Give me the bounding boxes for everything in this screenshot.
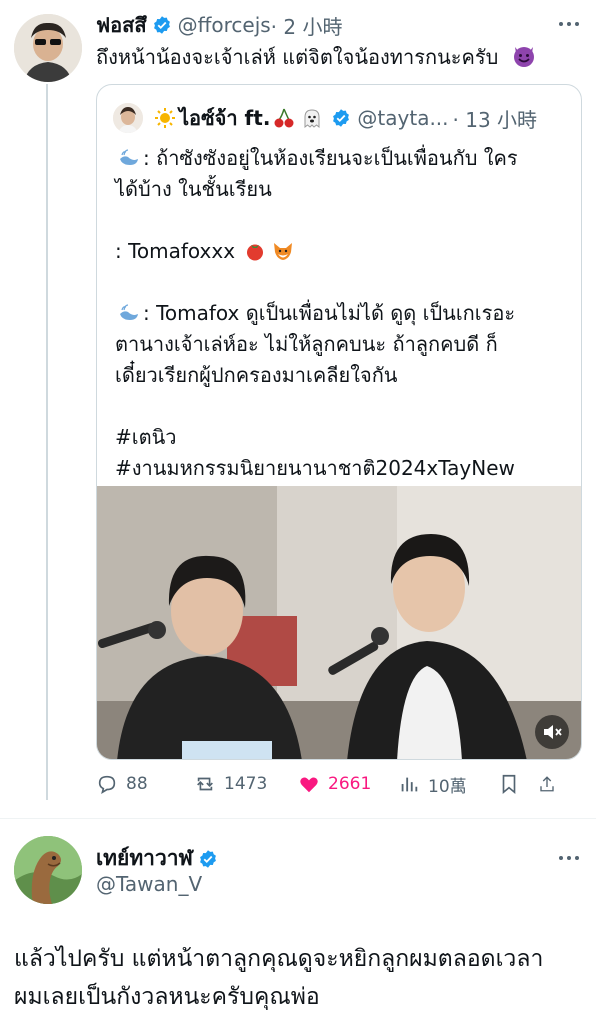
smiling-devil-emoji-icon	[513, 47, 534, 67]
quoted-verified-badge-icon	[333, 109, 350, 127]
share-button[interactable]	[538, 773, 564, 795]
author-handle-2[interactable]: @Tawan_V	[96, 872, 202, 896]
verified-badge-icon-2	[199, 849, 216, 868]
hashtag-link-1[interactable]: #เตนิว	[115, 425, 176, 449]
quoted-tweet-card[interactable]: ไอซ์จ้า ft. @tayta... · 13 小時 : ถ้าซังซั…	[96, 84, 582, 760]
video-frame-illustration	[97, 486, 581, 759]
tweet-divider	[0, 818, 596, 819]
author-handle[interactable]: @fforcejs	[178, 13, 271, 37]
views-button[interactable]: 10萬	[398, 772, 498, 797]
views-count: 10萬	[428, 776, 467, 797]
tweet2-author: เทย์ทาวาฬ	[96, 842, 224, 875]
mute-video-button[interactable]	[535, 715, 569, 749]
retweet-count: 1473	[224, 774, 268, 794]
retweet-icon	[197, 777, 213, 791]
sun-emoji-icon	[155, 108, 175, 128]
tomato-emoji-icon	[247, 244, 264, 261]
bookmark-button[interactable]	[498, 773, 538, 795]
quoted-author-avatar[interactable]	[113, 103, 143, 133]
author-name-2[interactable]: เทย์ทาวาฬ	[96, 842, 193, 875]
quote-line-3: : Tomafoxxx	[115, 239, 236, 263]
tweet2-line-1: แล้วไปครับ แต่หน้าตาลูกคุณดูจะหยิกลูกผมต…	[14, 946, 544, 972]
whale-emoji-icon-2	[120, 304, 138, 320]
tweet1-header: ฟอสสึ @fforcejs · 2 小時	[96, 10, 582, 40]
speaker-muted-icon	[544, 725, 562, 739]
tweet1-body: ถึงหน้าน้องจะเจ้าเล่ห์ แต่จิตใจน้องทารกน…	[96, 45, 499, 69]
reply-button[interactable]: 88	[96, 773, 194, 795]
more-options-icon-2[interactable]	[556, 848, 582, 868]
share-icon	[540, 776, 554, 792]
tweet-action-bar: 88 1473 2661 10萬	[96, 766, 582, 802]
retweet-button[interactable]: 1473	[194, 773, 298, 795]
author-name[interactable]: ฟอสสึ	[96, 9, 147, 41]
tweet2-line-2: ผมเลยเป็นกังวลหนะครับคุณพ่อ	[14, 984, 320, 1010]
tweet1-text: ถึงหน้าน้องจะเจ้าเล่ห์ แต่จิตใจน้องทารกน…	[96, 42, 537, 72]
thread-connector-line	[46, 84, 48, 800]
avatar-tawan-v[interactable]	[14, 836, 82, 904]
quote-line-1: : ถ้าซังซังอยู่ในห้องเรียนจะเป็นเพื่อนกั…	[143, 146, 518, 170]
avatar-fforcejs[interactable]	[14, 14, 82, 82]
cherries-emoji-icon	[274, 108, 294, 128]
fox-emoji-icon	[274, 243, 293, 260]
quote-line-5: ตานางเจ้าเล่ห์อะ ไม่ให้ลูกคบนะ ถ้าลูกคบด…	[115, 332, 498, 356]
like-count: 2661	[328, 774, 372, 794]
reply-icon	[98, 775, 116, 794]
quoted-author-name[interactable]: ไอซ์จ้า ft.	[179, 102, 270, 134]
quote-line-4: : Tomafox ดูเป็นเพื่อนไม่ได้ ดูดุ เป็นเก…	[143, 301, 516, 325]
like-button[interactable]: 2661	[298, 773, 398, 795]
quote-line-2: ได้บ้าง ในชั้นเรียน	[115, 177, 272, 201]
quote-line-6: เดี๋ยวเรียกผู้ปกครองมาเคลียใจกัน	[115, 363, 398, 387]
reply-count: 88	[126, 774, 148, 794]
quoted-author-handle[interactable]: @tayta...	[357, 106, 448, 130]
views-chart-icon	[401, 777, 418, 792]
more-options-icon[interactable]	[556, 14, 582, 34]
bookmark-icon	[502, 774, 516, 795]
quoted-tweet-header: ไอซ์จ้า ft. @tayta... · 13 小時	[113, 103, 569, 133]
quoted-tweet-body: : ถ้าซังซังอยู่ในห้องเรียนจะเป็นเพื่อนกั…	[115, 143, 567, 484]
quoted-tweet-timestamp[interactable]: · 13 小時	[453, 104, 538, 133]
embedded-video-thumbnail[interactable]	[97, 486, 581, 759]
ghost-emoji-icon	[304, 109, 320, 129]
verified-badge-icon	[153, 16, 170, 34]
hashtag-link-2[interactable]: #งานมหกรรมนิยายนานาชาติ2024xTayNew	[115, 456, 515, 480]
heart-icon	[300, 777, 318, 793]
tweet-timestamp[interactable]: · 2 小時	[271, 11, 343, 40]
whale-emoji-icon	[120, 149, 138, 165]
tweet2-text: แล้วไปครับ แต่หน้าตาลูกคุณดูจะหยิกลูกผมต…	[14, 940, 543, 1016]
